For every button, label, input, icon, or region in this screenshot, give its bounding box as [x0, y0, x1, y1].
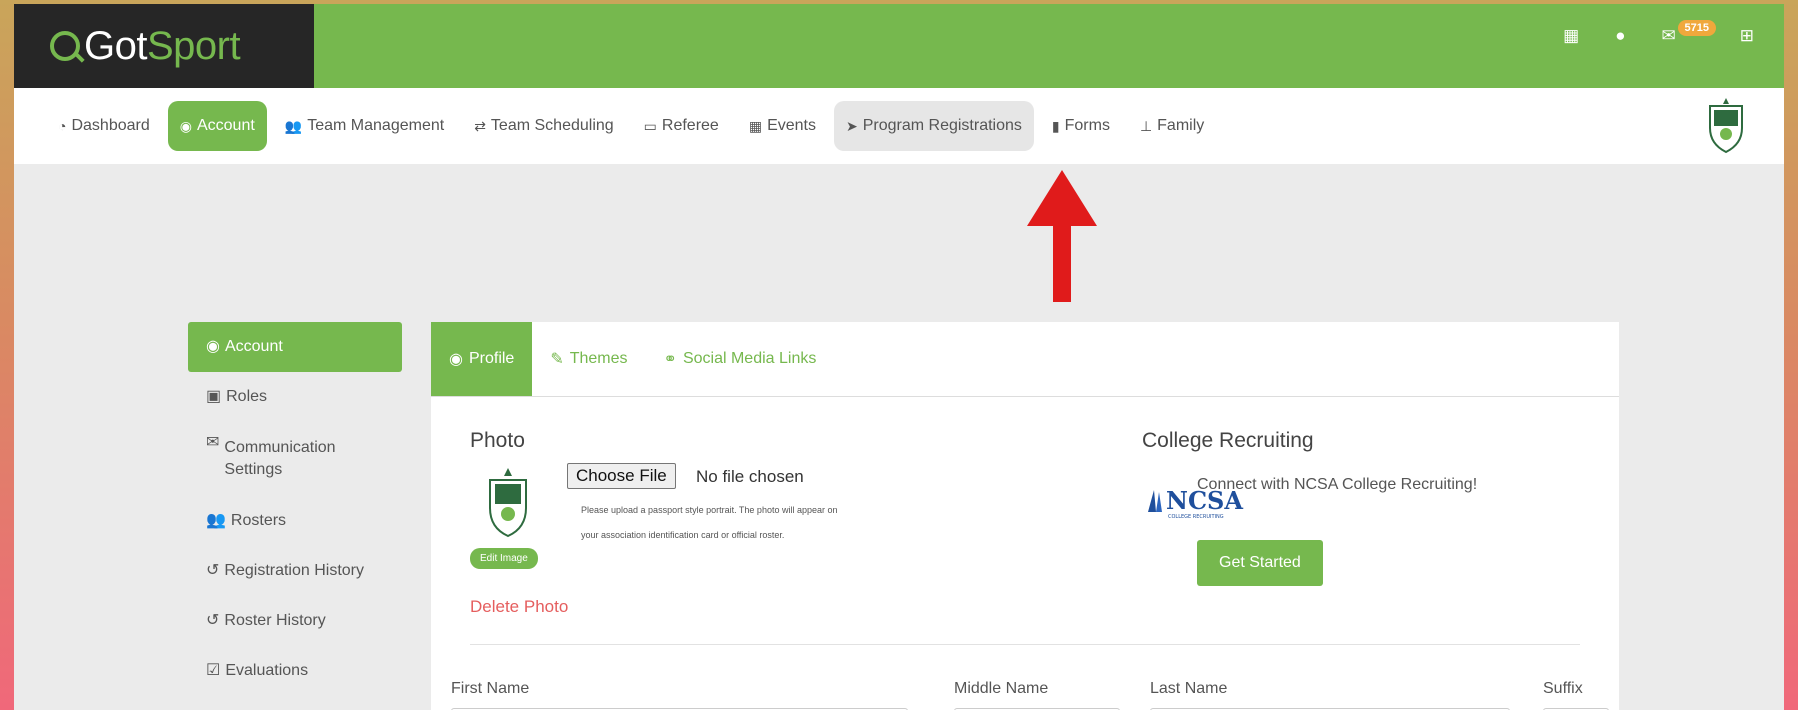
users-icon: 👥	[284, 117, 303, 134]
nav-item-team-management[interactable]: 👥 Team Management	[273, 101, 456, 151]
nav-item-team-scheduling[interactable]: ⇄ Team Scheduling	[462, 101, 625, 151]
edit-image-button[interactable]: Edit Image	[470, 548, 538, 569]
divider	[470, 644, 1580, 645]
sidebar-item-roster-history[interactable]: ↺ Roster History	[188, 596, 402, 646]
brush-icon: ✎	[550, 351, 564, 368]
sidebar-item-rosters[interactable]: 👥 Rosters	[188, 496, 402, 546]
nav-item-family[interactable]: ⊥ Family	[1128, 101, 1216, 151]
upload-note: Please upload a passport style portrait.…	[581, 505, 838, 540]
nav-item-referee[interactable]: ▭ Referee	[632, 101, 731, 151]
logo-text-got: Got	[84, 23, 147, 68]
sidebar-item-communication-settings[interactable]: ✉ Communication Settings	[188, 422, 402, 496]
exchange-icon: ⇄	[474, 117, 486, 134]
nav-item-events[interactable]: ▦ Events	[737, 101, 828, 151]
sidebar-item-registration-history[interactable]: ↺ Registration History	[188, 546, 402, 596]
recruiting-text: Connect with NCSA College Recruiting!	[1197, 476, 1478, 493]
dashboard-icon: ◔	[58, 118, 67, 134]
history-icon: ↺	[206, 561, 220, 579]
delete-photo-link[interactable]: Delete Photo	[470, 597, 568, 617]
calendar-grid-icon: ▦	[748, 117, 763, 134]
club-crest-icon[interactable]	[1706, 98, 1746, 154]
envelope-icon[interactable]: ✉ 5715	[1662, 20, 1716, 46]
logo[interactable]: GotSport	[14, 4, 314, 88]
user-circle-icon: ◉	[449, 351, 463, 368]
file-icon: ▮	[1051, 117, 1060, 134]
tab-social-media-links[interactable]: ⚭ Social Media Links	[646, 322, 835, 396]
profile-card: ◉ Profile ✎ Themes ⚭ Social Media Links …	[431, 322, 1619, 710]
history-icon: ↺	[206, 611, 220, 629]
calendar-check-icon: ☑	[206, 661, 221, 679]
choose-file-button[interactable]: Choose File	[567, 463, 676, 489]
middle-name-label: Middle Name	[954, 680, 1049, 697]
logo-mark-icon	[50, 31, 80, 61]
main-nav: ◔ Dashboard ◉ Account 👥 Team Management …	[14, 88, 1784, 164]
paper-plane-icon: ➤	[845, 117, 858, 134]
nav-item-account[interactable]: ◉ Account	[167, 101, 267, 151]
annotation-arrow-icon	[1027, 170, 1097, 302]
suffix-label: Suffix	[1543, 680, 1583, 697]
get-started-button[interactable]: Get Started	[1197, 540, 1323, 586]
profile-tabs: ◉ Profile ✎ Themes ⚭ Social Media Links	[431, 322, 1619, 397]
account-sidebar: ◉ Account ▣ Roles ✉ Communication Settin…	[188, 322, 402, 696]
nav-item-dashboard[interactable]: ◔ Dashboard	[46, 101, 162, 151]
tab-themes[interactable]: ✎ Themes	[532, 322, 645, 396]
users-icon: 👥	[206, 511, 226, 529]
logo-text-sport: Sport	[146, 23, 241, 68]
id-card-icon: ▣	[206, 387, 222, 405]
nav-item-program-registrations[interactable]: ➤ Program Registrations	[833, 101, 1034, 151]
first-name-label: First Name	[451, 680, 530, 697]
ncsa-logo-subtext: COLLEGE RECRUITING	[1168, 514, 1224, 520]
link-icon: ⚭	[663, 351, 677, 368]
sidebar-item-account[interactable]: ◉ Account	[188, 322, 402, 372]
sidebar-item-roles[interactable]: ▣ Roles	[188, 372, 402, 422]
photo-section-title: Photo	[470, 429, 525, 452]
apps-grid-icon[interactable]: ⊞	[1740, 26, 1754, 46]
sitemap-icon: ⊥	[1139, 117, 1153, 134]
last-name-label: Last Name	[1150, 680, 1228, 697]
tab-profile[interactable]: ◉ Profile	[431, 322, 533, 396]
sidebar-item-evaluations[interactable]: ☑ Evaluations	[188, 646, 402, 696]
nav-item-forms[interactable]: ▮ Forms	[1040, 101, 1122, 151]
user-icon[interactable]: ●	[1615, 26, 1625, 46]
envelope-icon: ✉	[206, 434, 220, 451]
college-recruiting-title: College Recruiting	[1142, 429, 1314, 452]
profile-photo	[489, 468, 527, 538]
mail-count-badge: 5715	[1677, 20, 1716, 36]
top-bar: GotSport ▦ ● ✉ 5715 ⊞	[14, 4, 1784, 88]
calendar-icon: ▭	[643, 117, 657, 134]
top-icons: ▦ ● ✉ 5715 ⊞	[1563, 20, 1754, 46]
file-status: No file chosen	[696, 467, 804, 486]
user-circle-icon: ◉	[179, 117, 192, 134]
app-frame: GotSport ▦ ● ✉ 5715 ⊞ ◔ Dashboard ◉ Accou…	[14, 4, 1784, 710]
user-circle-icon: ◉	[206, 337, 220, 355]
qr-code-icon[interactable]: ▦	[1563, 26, 1579, 46]
